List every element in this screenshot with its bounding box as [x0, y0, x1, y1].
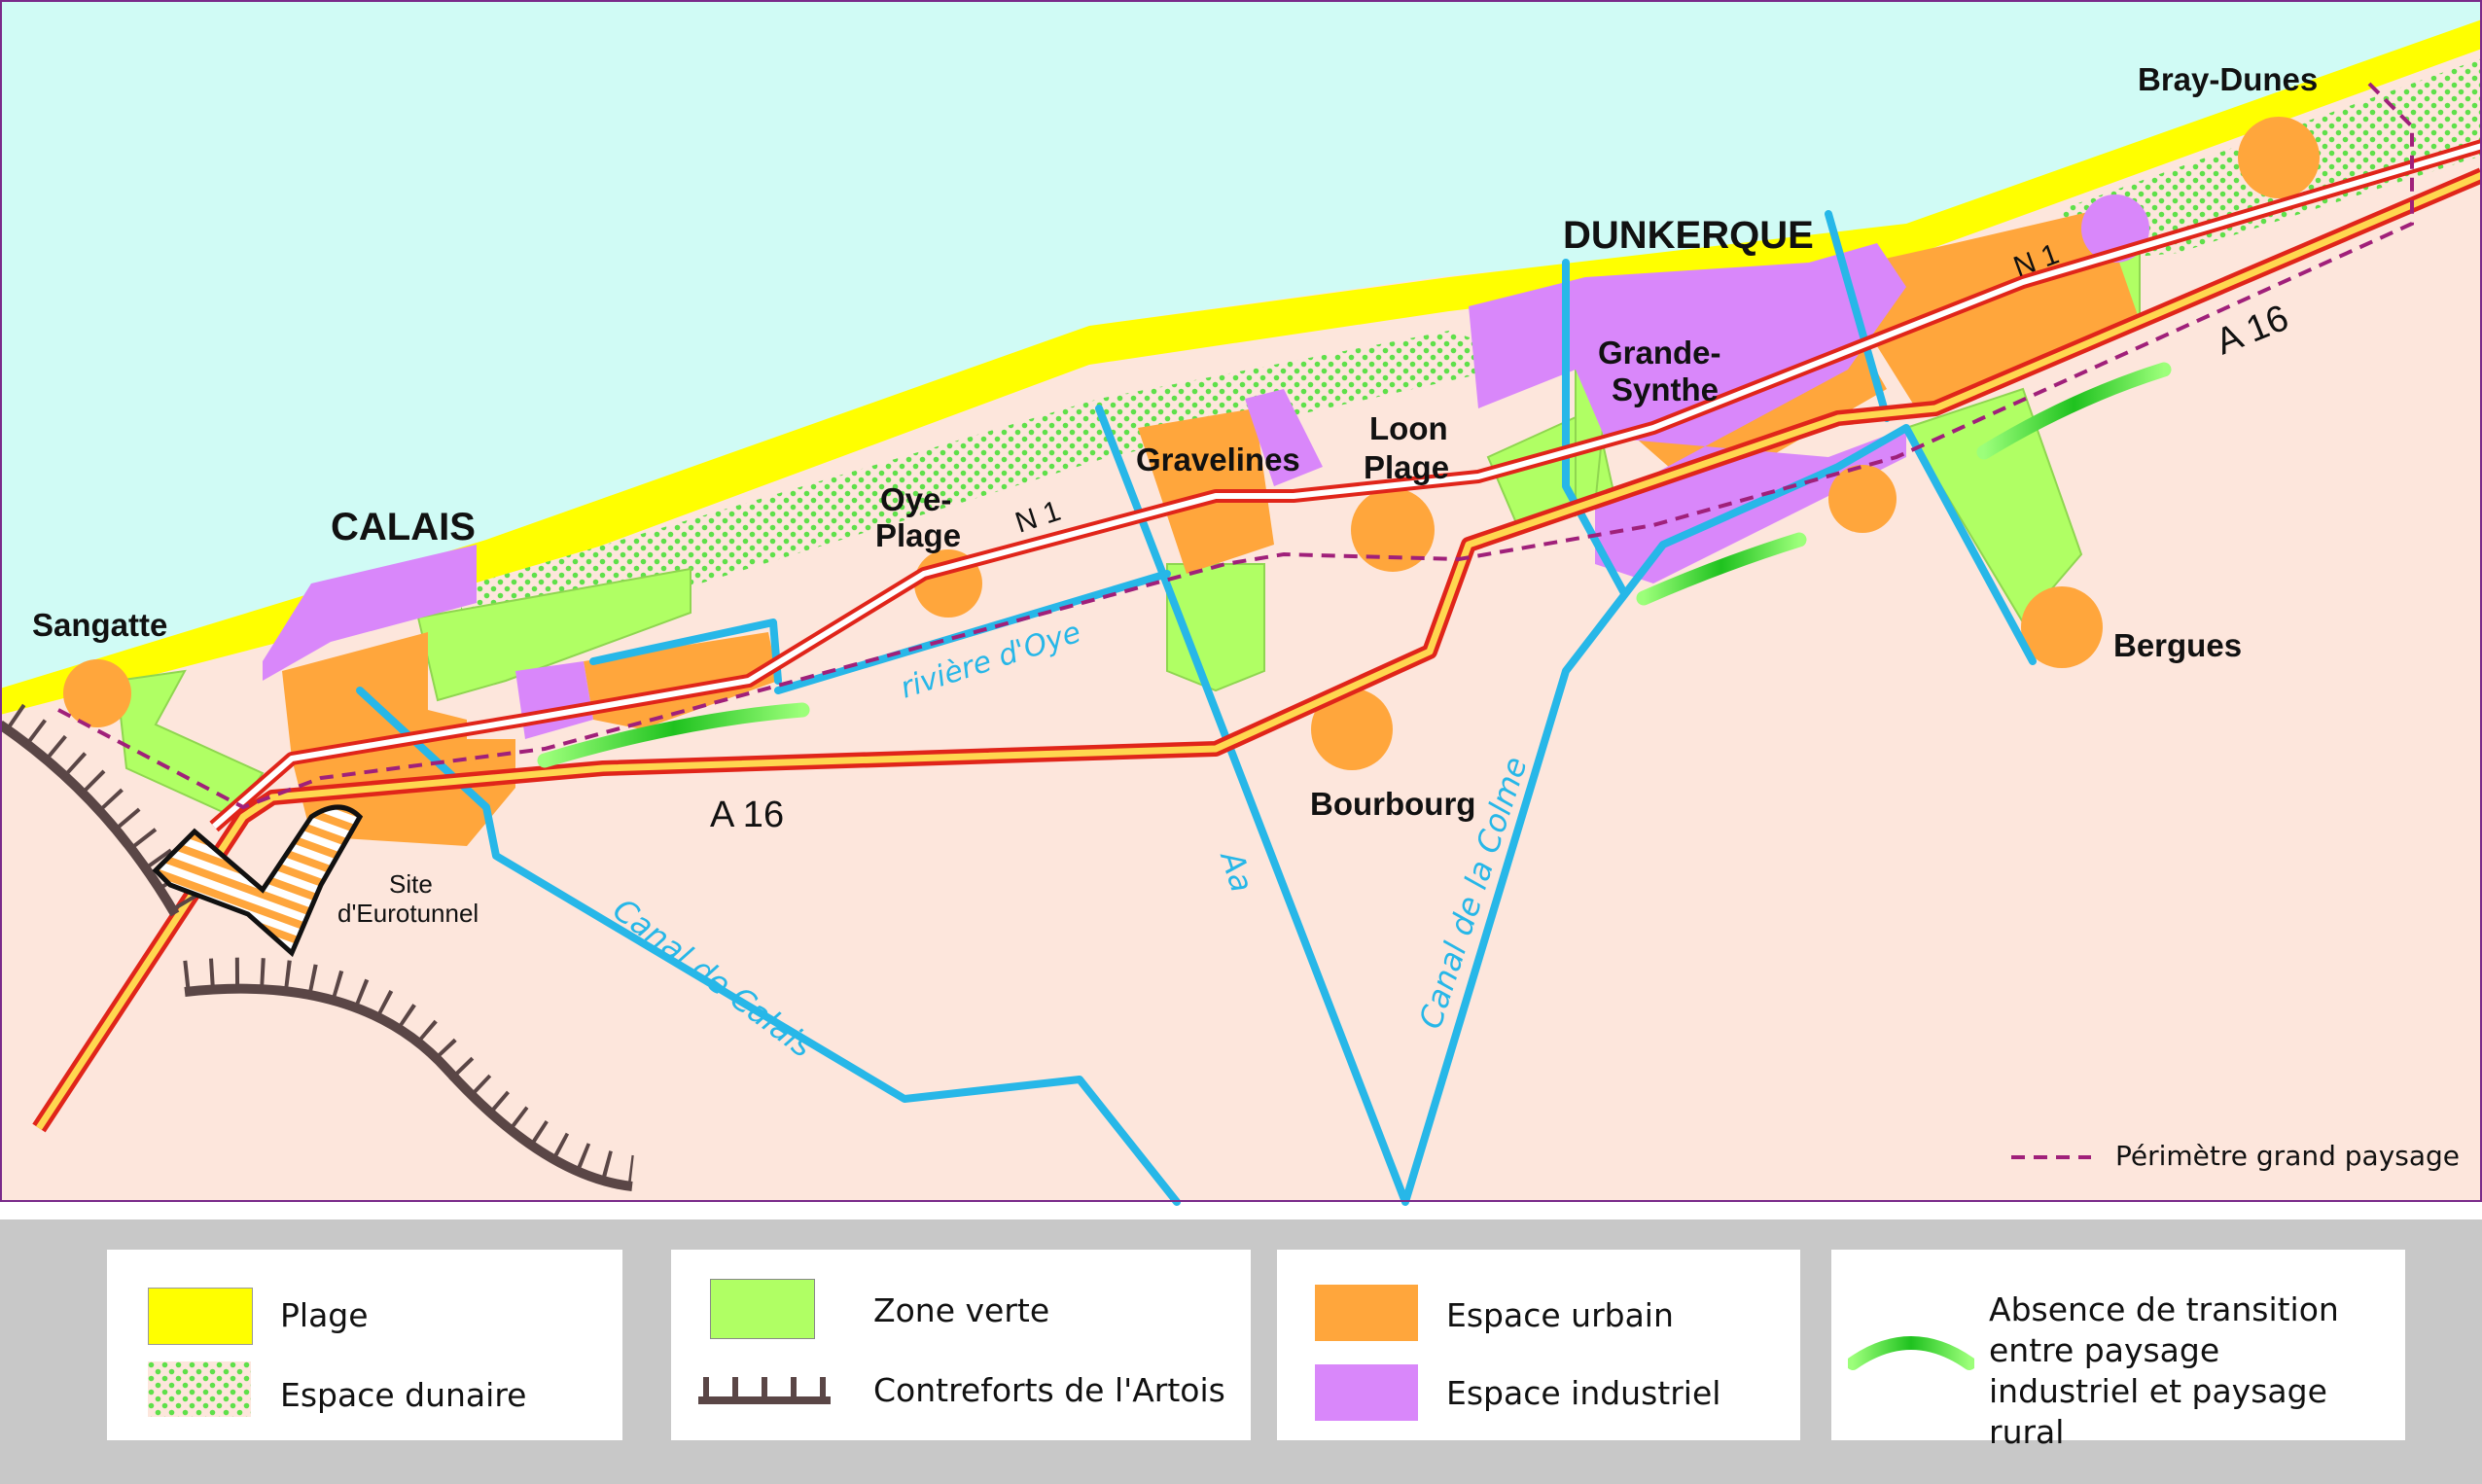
- legend-label-espace-dunaire: Espace dunaire: [280, 1376, 527, 1414]
- label-sangatte: Sangatte: [32, 607, 167, 643]
- label-grande-synthe-2: Synthe: [1612, 371, 1719, 407]
- label-loon-plage-1: Loon: [1369, 410, 1448, 446]
- legend-swatch-espace-dunaire: [148, 1361, 251, 1417]
- legend-swatch-espace-industriel: [1315, 1364, 1418, 1421]
- legend-swatch-plage: [148, 1288, 253, 1345]
- label-a16-west: A 16: [710, 795, 784, 835]
- legend-label-absence-transition: Absence de transition entre paysage indu…: [1989, 1290, 2339, 1451]
- label-bergues: Bergues: [2113, 627, 2242, 663]
- legend-swatch-zone-verte: [710, 1279, 815, 1339]
- legend-label-zone-verte: Zone verte: [873, 1291, 1050, 1329]
- label-grande-synthe-1: Grande-: [1598, 335, 1721, 371]
- label-dunkerque: DUNKERQUE: [1563, 214, 1814, 257]
- legend-label-plage: Plage: [280, 1296, 369, 1334]
- legend-swatch-espace-urbain: [1315, 1285, 1418, 1341]
- label-bray-dunes: Bray-Dunes: [2138, 61, 2318, 97]
- label-calais: CALAIS: [331, 506, 476, 548]
- label-gravelines: Gravelines: [1136, 442, 1300, 477]
- legend-label-espace-urbain: Espace urbain: [1446, 1296, 1674, 1334]
- perimeter-key-label: Périmètre grand paysage: [2115, 1140, 2460, 1172]
- label-eurotunnel-0: Site: [389, 869, 433, 899]
- label-oye-plage-2: Plage: [875, 517, 961, 553]
- legend-swatch-absence-transition: [1848, 1336, 1974, 1370]
- label-eurotunnel-1: d'Eurotunnel: [337, 899, 479, 928]
- label-oye-plage-1: Oye-: [880, 481, 951, 517]
- label-loon-plage-2: Plage: [1364, 449, 1449, 485]
- legend-label-espace-industriel: Espace industriel: [1446, 1374, 1721, 1412]
- legend-swatch-contreforts: [698, 1377, 831, 1404]
- label-bourbourg: Bourbourg: [1310, 786, 1475, 822]
- legend-label-contreforts: Contreforts de l'Artois: [873, 1371, 1225, 1409]
